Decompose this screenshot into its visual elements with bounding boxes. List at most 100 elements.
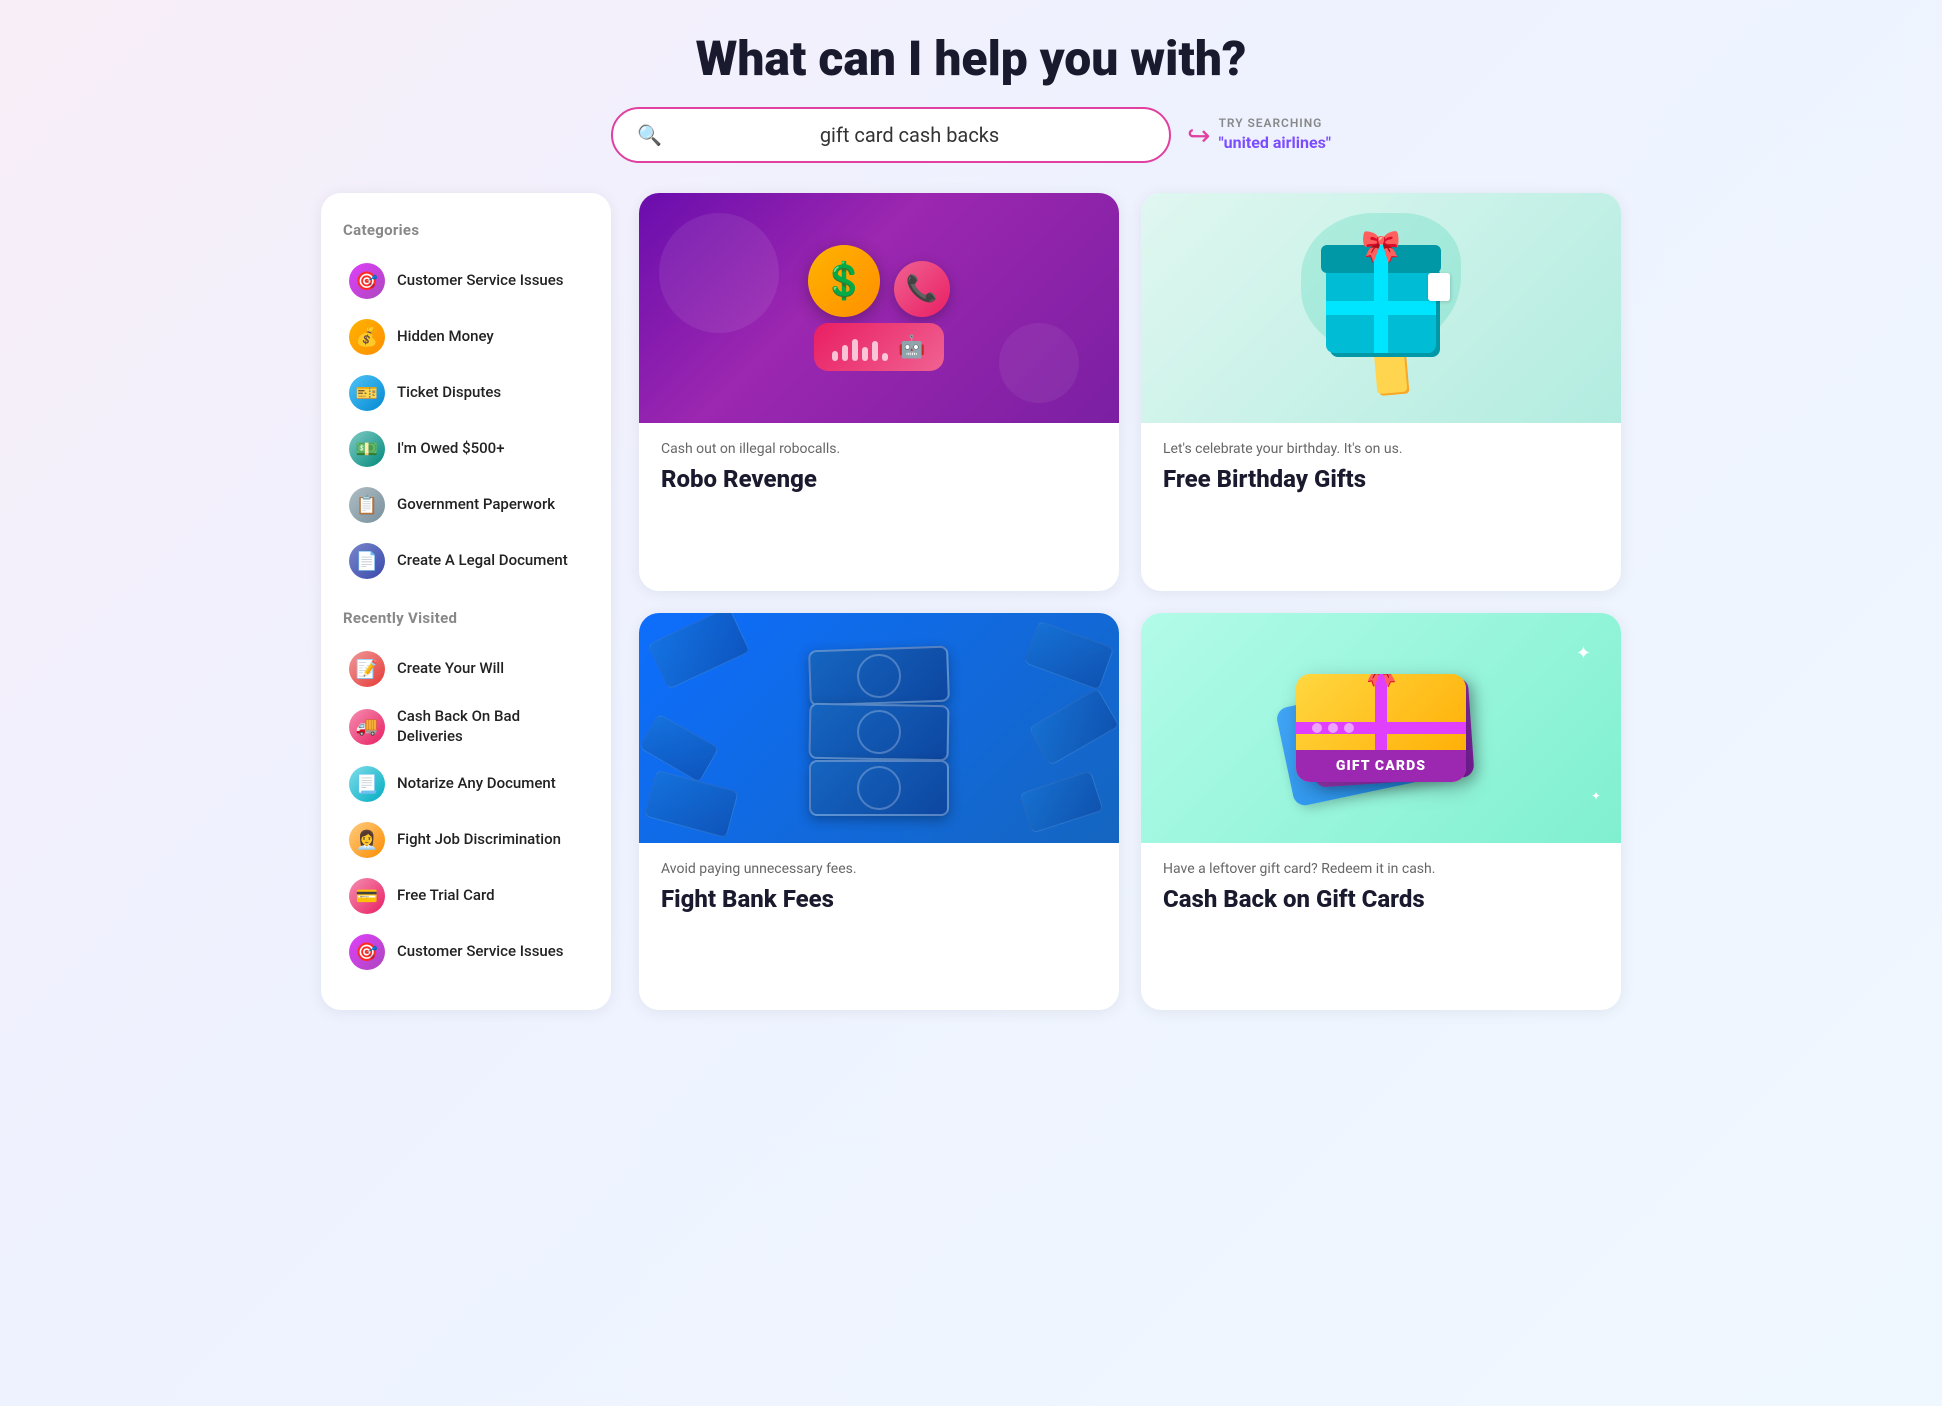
blob2 bbox=[999, 323, 1079, 403]
bar4 bbox=[862, 347, 868, 361]
cash-stack bbox=[809, 640, 949, 816]
sidebar-avatar-ticket-disputes: 🎫 bbox=[349, 375, 385, 411]
page-title: What can I help you with? bbox=[40, 30, 1902, 87]
sidebar-label-cash-back-deliveries: Cash Back On Bad Deliveries bbox=[397, 707, 583, 746]
gc-dot-3 bbox=[1344, 723, 1354, 733]
cash-bill-1 bbox=[808, 645, 950, 706]
arrow-icon: ↩ bbox=[1187, 119, 1210, 152]
sidebar-avatar-legal: 📄 bbox=[349, 543, 385, 579]
gc-bow: 🎀 bbox=[1364, 674, 1399, 689]
sidebar-item-government[interactable]: 📋 Government Paperwork bbox=[343, 479, 589, 531]
sidebar-item-notarize[interactable]: 📃 Notarize Any Document bbox=[343, 758, 589, 810]
card-birthday-body: Let's celebrate your birthday. It's on u… bbox=[1141, 423, 1621, 516]
cash-bill-3 bbox=[809, 760, 949, 816]
mini-bill-3 bbox=[644, 769, 739, 837]
card-giftcard-title: Cash Back on Gift Cards bbox=[1163, 885, 1599, 914]
sidebar-label-customer-service2: Customer Service Issues bbox=[397, 942, 564, 962]
sidebar-label-fight-job: Fight Job Discrimination bbox=[397, 830, 561, 850]
gc-label-text: GIFT CARDS bbox=[1336, 758, 1426, 774]
mini-bill-1 bbox=[648, 613, 751, 690]
card-giftcard-subtitle: Have a leftover gift card? Redeem it in … bbox=[1163, 861, 1599, 877]
search-icon: 🔍 bbox=[637, 123, 662, 147]
card-giftcards[interactable]: 🎀 GIFT CARDS ✦ ✦ Have a le bbox=[1141, 613, 1621, 1011]
sidebar-avatar-notarize: 📃 bbox=[349, 766, 385, 802]
bar1 bbox=[832, 351, 838, 361]
sidebar-avatar-government: 📋 bbox=[349, 487, 385, 523]
cards-grid: 💲 📞 🤖 bbox=[639, 193, 1621, 1010]
mini-bill-6 bbox=[1028, 687, 1119, 765]
card-robo-revenge[interactable]: 💲 📞 🤖 bbox=[639, 193, 1119, 591]
gift-shape: 🎀 bbox=[1326, 263, 1436, 353]
sidebar-item-ticket-disputes[interactable]: 🎫 Ticket Disputes bbox=[343, 367, 589, 419]
sidebar-item-hidden-money[interactable]: 💰 Hidden Money bbox=[343, 311, 589, 363]
bar-chart-mini bbox=[832, 333, 888, 361]
card-robo-image: 💲 📞 🤖 bbox=[639, 193, 1119, 423]
card-giftcard-image: 🎀 GIFT CARDS ✦ ✦ bbox=[1141, 613, 1621, 843]
phone-circle: 📞 bbox=[894, 261, 950, 317]
card-bank-title: Fight Bank Fees bbox=[661, 885, 1097, 914]
bar3 bbox=[852, 339, 858, 361]
card-birthday-image: 🎀 bbox=[1141, 193, 1621, 423]
gift-box-big: 🎀 bbox=[1326, 263, 1436, 353]
star-sparkle-1: ✦ bbox=[1576, 643, 1591, 664]
hint-text: TRY SEARCHING "united airlines" bbox=[1219, 115, 1331, 154]
sidebar-item-create-will[interactable]: 📝 Create Your Will bbox=[343, 643, 589, 695]
sidebar-label-free-trial: Free Trial Card bbox=[397, 886, 495, 906]
mini-bill-4 bbox=[1019, 770, 1103, 833]
sidebar-item-customer-service2[interactable]: 🎯 Customer Service Issues bbox=[343, 926, 589, 978]
sidebar-avatar-create-will: 📝 bbox=[349, 651, 385, 687]
sidebar-avatar-hidden-money: 💰 bbox=[349, 319, 385, 355]
card-robo-subtitle: Cash out on illegal robocalls. bbox=[661, 441, 1097, 457]
sidebar-label-legal: Create A Legal Document bbox=[397, 551, 568, 571]
sidebar-label-notarize: Notarize Any Document bbox=[397, 774, 556, 794]
sidebar-item-cash-back-deliveries[interactable]: 🚚 Cash Back On Bad Deliveries bbox=[343, 699, 589, 754]
gc-dot-1 bbox=[1312, 723, 1322, 733]
robo-center: 💲 📞 🤖 bbox=[808, 245, 950, 371]
robo-bottom: 🤖 bbox=[814, 323, 943, 371]
card-birthday-title: Free Birthday Gifts bbox=[1163, 465, 1599, 494]
sidebar-item-legal[interactable]: 📄 Create A Legal Document bbox=[343, 535, 589, 587]
bar6 bbox=[882, 353, 888, 361]
card-bank-body: Avoid paying unnecessary fees. Fight Ban… bbox=[639, 843, 1119, 936]
bar2 bbox=[842, 345, 848, 361]
sidebar-item-fight-job[interactable]: 👩‍💼 Fight Job Discrimination bbox=[343, 814, 589, 866]
sidebar: Categories 🎯 Customer Service Issues 💰 H… bbox=[321, 193, 611, 1010]
gc-dot-2 bbox=[1328, 723, 1338, 733]
robot-face: 🤖 bbox=[898, 335, 925, 360]
sidebar-avatar-free-trial: 💳 bbox=[349, 878, 385, 914]
star-sparkle-2: ✦ bbox=[1591, 789, 1601, 803]
card-birthday[interactable]: 🎀 Let's celebrate your birthday. It's on… bbox=[1141, 193, 1621, 591]
birthday-illustration: 🎀 bbox=[1141, 193, 1621, 423]
gc-card-front: 🎀 GIFT CARDS bbox=[1296, 674, 1466, 782]
sidebar-label-owed-500: I'm Owed $500+ bbox=[397, 439, 505, 459]
sidebar-item-free-trial[interactable]: 💳 Free Trial Card bbox=[343, 870, 589, 922]
page-header: What can I help you with? 🔍 gift card ca… bbox=[40, 30, 1902, 163]
sidebar-label-customer-service: Customer Service Issues bbox=[397, 271, 564, 291]
recently-visited-title: Recently Visited bbox=[343, 609, 589, 627]
main-layout: Categories 🎯 Customer Service Issues 💰 H… bbox=[321, 193, 1621, 1010]
sidebar-item-owed-500[interactable]: 💵 I'm Owed $500+ bbox=[343, 423, 589, 475]
search-value: gift card cash backs bbox=[674, 123, 1145, 147]
bar5 bbox=[872, 341, 878, 361]
gc-label-bar: GIFT CARDS bbox=[1296, 750, 1466, 782]
sidebar-avatar-customer-service: 🎯 bbox=[349, 263, 385, 299]
gc-dots bbox=[1312, 723, 1354, 733]
coin-circle: 💲 bbox=[808, 245, 880, 317]
search-bar[interactable]: 🔍 gift card cash backs bbox=[611, 107, 1171, 163]
sidebar-item-customer-service[interactable]: 🎯 Customer Service Issues bbox=[343, 255, 589, 307]
sidebar-label-government: Government Paperwork bbox=[397, 495, 555, 515]
sidebar-label-hidden-money: Hidden Money bbox=[397, 327, 494, 347]
mini-bill-5 bbox=[639, 713, 719, 783]
cash-bill-2 bbox=[809, 702, 950, 760]
sidebar-label-create-will: Create Your Will bbox=[397, 659, 504, 679]
mini-bill-2 bbox=[1024, 620, 1115, 690]
card-bank-fees[interactable]: Avoid paying unnecessary fees. Fight Ban… bbox=[639, 613, 1119, 1011]
gift-tag bbox=[1428, 273, 1450, 301]
sidebar-avatar-owed-500: 💵 bbox=[349, 431, 385, 467]
categories-title: Categories bbox=[343, 221, 589, 239]
sidebar-avatar-fight-job: 👩‍💼 bbox=[349, 822, 385, 858]
hint-query-text: "united airlines" bbox=[1219, 132, 1331, 154]
try-searching-hint: ↩ TRY SEARCHING "united airlines" bbox=[1187, 115, 1331, 154]
card-giftcard-body: Have a leftover gift card? Redeem it in … bbox=[1141, 843, 1621, 936]
bank-illustration bbox=[639, 613, 1119, 843]
